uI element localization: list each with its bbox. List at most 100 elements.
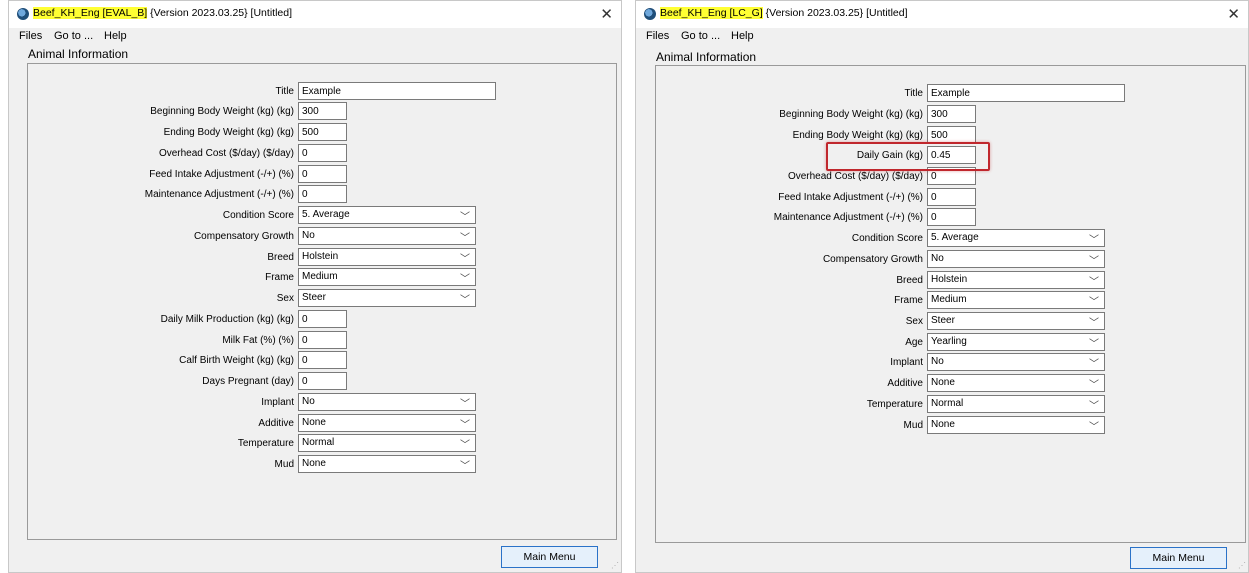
sex-select[interactable]: Steer ﹀ <box>927 312 1105 330</box>
begin-bw-input[interactable] <box>298 102 347 120</box>
comp-growth-select[interactable]: No ﹀ <box>298 227 476 245</box>
chevron-down-icon: ﹀ <box>1089 277 1099 288</box>
frame-select[interactable]: Medium ﹀ <box>927 291 1105 309</box>
chevron-down-icon: ﹀ <box>1089 235 1099 246</box>
implant-label: Implant <box>890 357 923 368</box>
mud-label: Mud <box>274 459 294 470</box>
close-icon[interactable]: ✕ <box>600 5 613 23</box>
maint-input[interactable] <box>298 185 347 203</box>
milk-fat-label: Milk Fat (%) (%) <box>222 335 294 346</box>
additive-select[interactable]: None ﹀ <box>927 374 1105 392</box>
overhead-label: Overhead Cost ($/day) ($/day) <box>158 148 294 159</box>
mud-value: None <box>931 419 955 430</box>
title-input[interactable] <box>927 84 1125 102</box>
title-label: Title <box>904 88 923 99</box>
row-additive: Additive None ﹀ <box>656 374 1245 394</box>
chevron-down-icon: ﹀ <box>460 461 470 472</box>
temperature-label: Temperature <box>237 438 294 449</box>
resize-grip-icon[interactable]: ⋰ <box>611 561 619 570</box>
menu-help[interactable]: Help <box>104 30 127 42</box>
end-bw-label: Ending Body Weight (kg) (kg) <box>163 127 294 138</box>
maint-input[interactable] <box>927 208 976 226</box>
menu-goto[interactable]: Go to ... <box>54 30 93 42</box>
begin-bw-input[interactable] <box>927 105 976 123</box>
breed-value: Holstein <box>931 274 968 285</box>
row-condition: Condition Score 5. Average ﹀ <box>656 229 1245 249</box>
row-end-bw: Ending Body Weight (kg) (kg) <box>28 123 616 143</box>
row-milk-fat: Milk Fat (%) (%) <box>28 331 616 351</box>
row-maint: Maintenance Adjustment (-/+) (%) <box>656 208 1245 228</box>
row-sex: Sex Steer ﹀ <box>28 289 616 309</box>
sex-value: Steer <box>931 315 955 326</box>
row-milk: Daily Milk Production (kg) (kg) <box>28 310 616 330</box>
milk-fat-input[interactable] <box>298 331 347 349</box>
condition-label: Condition Score <box>851 233 923 244</box>
chevron-down-icon: ﹀ <box>460 274 470 285</box>
mud-label: Mud <box>903 420 923 431</box>
sex-select[interactable]: Steer ﹀ <box>298 289 476 307</box>
comp-growth-value: No <box>931 253 944 264</box>
chevron-down-icon: ﹀ <box>1089 380 1099 391</box>
animal-info-group: Title Beginning Body Weight (kg) (kg) En… <box>27 63 617 540</box>
intake-input[interactable] <box>927 188 976 206</box>
mud-value: None <box>302 458 326 469</box>
implant-value: No <box>931 356 944 367</box>
condition-select[interactable]: 5. Average ﹀ <box>927 229 1105 247</box>
breed-value: Holstein <box>302 251 339 262</box>
maint-label: Maintenance Adjustment (-/+) (%) <box>144 189 294 200</box>
temperature-value: Normal <box>931 398 964 409</box>
breed-select[interactable]: Holstein ﹀ <box>298 248 476 266</box>
comp-growth-select[interactable]: No ﹀ <box>927 250 1105 268</box>
chevron-down-icon: ﹀ <box>460 212 470 223</box>
window-title-app: Beef_KH_Eng [EVAL_B] <box>33 7 148 19</box>
end-bw-input[interactable] <box>298 123 347 141</box>
row-additive: Additive None ﹀ <box>28 414 616 434</box>
row-implant: Implant No ﹀ <box>28 393 616 413</box>
sex-label: Sex <box>276 293 294 304</box>
calf-bw-input[interactable] <box>298 351 347 369</box>
resize-grip-icon[interactable]: ⋰ <box>1238 561 1246 570</box>
additive-select[interactable]: None ﹀ <box>298 414 476 432</box>
days-preg-input[interactable] <box>298 372 347 390</box>
temperature-select[interactable]: Normal ﹀ <box>298 434 476 452</box>
window-title: Beef_KH_Eng [LC_G] {Version 2023.03.25} … <box>660 7 908 19</box>
milk-input[interactable] <box>298 310 347 328</box>
menu-goto[interactable]: Go to ... <box>681 30 720 42</box>
row-mud: Mud None ﹀ <box>28 455 616 475</box>
frame-select[interactable]: Medium ﹀ <box>298 268 476 286</box>
animal-info-group: Title Beginning Body Weight (kg) (kg) En… <box>655 65 1246 543</box>
close-icon[interactable]: ✕ <box>1227 5 1240 23</box>
mud-select[interactable]: None ﹀ <box>298 455 476 473</box>
implant-select[interactable]: No ﹀ <box>298 393 476 411</box>
age-select[interactable]: Yearling ﹀ <box>927 333 1105 351</box>
begin-bw-label: Beginning Body Weight (kg) (kg) <box>779 109 923 120</box>
main-menu-button[interactable]: Main Menu <box>1130 547 1227 569</box>
main-menu-button[interactable]: Main Menu <box>501 546 598 568</box>
begin-bw-label: Beginning Body Weight (kg) (kg) <box>150 106 294 117</box>
menu-help[interactable]: Help <box>731 30 754 42</box>
row-comp-growth: Compensatory Growth No ﹀ <box>656 250 1245 270</box>
additive-label: Additive <box>887 378 923 389</box>
condition-select[interactable]: 5. Average ﹀ <box>298 206 476 224</box>
title-input[interactable] <box>298 82 496 100</box>
row-temperature: Temperature Normal ﹀ <box>656 395 1245 415</box>
app-icon <box>17 8 29 20</box>
temperature-select[interactable]: Normal ﹀ <box>927 395 1105 413</box>
menu-files[interactable]: Files <box>19 30 42 42</box>
additive-value: None <box>302 417 326 428</box>
mud-select[interactable]: None ﹀ <box>927 416 1105 434</box>
menu-files[interactable]: Files <box>646 30 669 42</box>
window-title: Beef_KH_Eng [EVAL_B] {Version 2023.03.25… <box>33 7 292 19</box>
overhead-input[interactable] <box>298 144 347 162</box>
row-intake: Feed Intake Adjustment (-/+) (%) <box>656 188 1245 208</box>
row-overhead: Overhead Cost ($/day) ($/day) <box>28 144 616 164</box>
comp-growth-label: Compensatory Growth <box>193 231 294 242</box>
chevron-down-icon: ﹀ <box>1089 318 1099 329</box>
row-age: Age Yearling ﹀ <box>656 333 1245 353</box>
implant-select[interactable]: No ﹀ <box>927 353 1105 371</box>
maint-label: Maintenance Adjustment (-/+) (%) <box>773 212 923 223</box>
breed-select[interactable]: Holstein ﹀ <box>927 271 1105 289</box>
additive-label: Additive <box>258 418 294 429</box>
age-value: Yearling <box>931 336 967 347</box>
intake-input[interactable] <box>298 165 347 183</box>
